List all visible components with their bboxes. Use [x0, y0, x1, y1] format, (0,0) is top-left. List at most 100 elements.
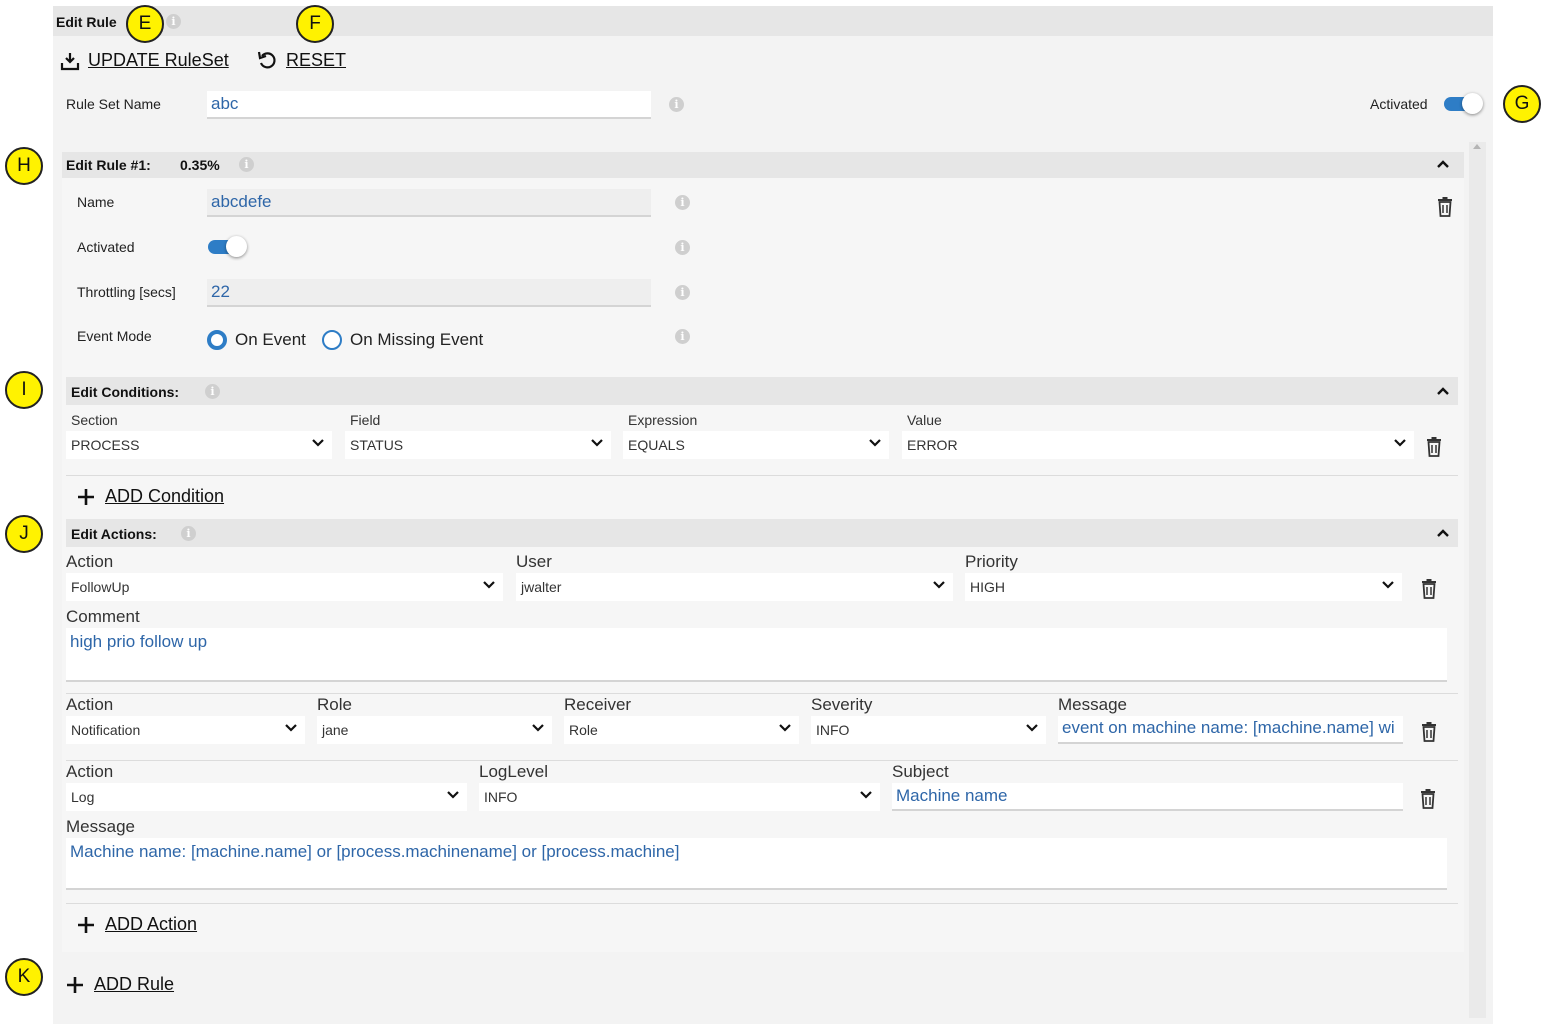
chevron-down-icon	[869, 439, 881, 447]
conditions-title: Edit Conditions:	[71, 384, 180, 400]
collapse-chevron-up-icon[interactable]	[1437, 387, 1449, 395]
panel-header: Edit Rule i	[53, 6, 1493, 36]
throttling-input[interactable]	[207, 279, 651, 307]
callout-badge-i: I	[5, 371, 43, 409]
event-mode-missing-event-radio[interactable]: On Missing Event	[322, 330, 483, 350]
chevron-down-icon	[532, 724, 544, 732]
log-subject-label: Subject	[892, 762, 949, 781]
chevron-down-icon	[860, 791, 872, 799]
select-value: Role	[569, 722, 598, 738]
log-action-label: Action	[66, 762, 114, 781]
followup-action-select[interactable]: FollowUp	[66, 573, 503, 601]
ruleset-activated-toggle[interactable]	[1444, 93, 1484, 114]
add-action-label: ADD Action	[105, 914, 198, 934]
delete-notification-action-trash-icon[interactable]	[1421, 722, 1437, 742]
log-loglevel-select[interactable]: INFO	[479, 783, 880, 811]
followup-comment-label: Comment	[66, 607, 140, 626]
callout-badge-h: H	[5, 147, 43, 185]
add-action-button[interactable]: ADD Action	[77, 914, 197, 935]
chevron-down-icon	[285, 724, 297, 732]
followup-priority-select[interactable]: HIGH	[965, 573, 1402, 601]
event-mode-on-event-radio[interactable]: On Event	[207, 330, 306, 350]
condition-value-select[interactable]: ERROR	[902, 431, 1414, 459]
condition-expression-header: Expression	[628, 412, 698, 428]
scrollbar[interactable]	[1469, 142, 1486, 1018]
rule-name-input[interactable]	[207, 189, 651, 217]
select-value: ERROR	[907, 437, 958, 453]
followup-priority-label: Priority	[965, 552, 1018, 571]
chevron-down-icon	[312, 439, 324, 447]
ruleset-name-input[interactable]	[207, 91, 651, 119]
condition-expression-select[interactable]: EQUALS	[623, 431, 889, 459]
actions-header[interactable]: Edit Actions: i	[66, 519, 1458, 547]
plus-icon	[78, 916, 94, 933]
condition-section-select[interactable]: PROCESS	[66, 431, 332, 459]
notification-severity-select[interactable]: INFO	[811, 716, 1046, 744]
collapse-chevron-up-icon[interactable]	[1437, 160, 1449, 168]
log-action-select[interactable]: Log	[66, 783, 467, 811]
condition-field-select[interactable]: STATUS	[345, 431, 611, 459]
notification-receiver-select[interactable]: Role	[564, 716, 799, 744]
add-rule-label: ADD Rule	[94, 974, 175, 994]
notification-action-select[interactable]: Notification	[66, 716, 305, 744]
callout-badge-g: G	[1503, 85, 1541, 123]
add-condition-button[interactable]: ADD Condition	[77, 486, 224, 507]
select-value: EQUALS	[628, 437, 685, 453]
scroll-up-arrow-icon[interactable]	[1473, 144, 1481, 149]
select-value: INFO	[484, 789, 518, 805]
chevron-down-icon	[1026, 724, 1038, 732]
followup-user-select[interactable]: jwalter	[516, 573, 953, 601]
conditions-header[interactable]: Edit Conditions: i	[66, 377, 1458, 405]
rule-name-label: Name	[77, 194, 115, 210]
delete-followup-action-trash-icon[interactable]	[1421, 579, 1437, 599]
actions-title: Edit Actions:	[71, 526, 157, 542]
select-value: Log	[71, 789, 95, 805]
callout-badge-j: J	[5, 515, 43, 553]
select-value: INFO	[816, 722, 850, 738]
rule-header[interactable]: Edit Rule #1: 0.35% i	[62, 152, 1464, 178]
reset-button[interactable]: RESET	[257, 50, 346, 71]
log-message-label: Message	[66, 817, 135, 836]
log-message-textarea[interactable]: Machine name: [machine.name] or [process…	[66, 838, 1447, 890]
divider	[66, 760, 1458, 761]
rule-box	[62, 152, 1464, 952]
delete-condition-trash-icon[interactable]	[1426, 437, 1442, 457]
divider	[66, 475, 1458, 476]
notification-message-label: Message	[1058, 695, 1127, 714]
select-value: Notification	[71, 722, 141, 738]
ruleset-activated-label: Activated	[1370, 96, 1428, 112]
notification-message-input[interactable]: event on machine name: [machine.name] wi	[1058, 716, 1403, 744]
rule-activated-toggle[interactable]	[208, 236, 248, 257]
collapse-chevron-up-icon[interactable]	[1437, 529, 1449, 537]
notification-severity-label: Severity	[811, 695, 873, 714]
notification-action-label: Action	[66, 695, 114, 714]
ruleset-name-label: Rule Set Name	[66, 96, 161, 112]
chevron-down-icon	[447, 791, 459, 799]
followup-comment-textarea[interactable]: high prio follow up	[66, 628, 1447, 682]
chevron-down-icon	[1382, 581, 1394, 589]
chevron-down-icon	[591, 439, 603, 447]
divider	[66, 903, 1458, 904]
chevron-down-icon	[483, 581, 495, 589]
info-icon: i	[181, 526, 196, 541]
callout-badge-k: K	[5, 958, 43, 996]
callout-badge-f: F	[296, 5, 334, 43]
delete-log-action-trash-icon[interactable]	[1420, 789, 1436, 809]
condition-section-header: Section	[71, 412, 118, 428]
chevron-down-icon	[1394, 439, 1406, 447]
notification-role-select[interactable]: jane	[317, 716, 552, 744]
toggle-knob	[1462, 93, 1483, 114]
event-mode-label: Event Mode	[77, 328, 152, 344]
select-value: jwalter	[521, 579, 562, 595]
select-value: STATUS	[350, 437, 404, 453]
add-rule-button[interactable]: ADD Rule	[66, 974, 174, 995]
update-ruleset-label: UPDATE RuleSet	[88, 50, 229, 70]
select-value: HIGH	[970, 579, 1005, 595]
delete-rule-trash-icon[interactable]	[1437, 197, 1453, 217]
update-ruleset-button[interactable]: UPDATE RuleSet	[60, 50, 229, 71]
radio-label: On Missing Event	[350, 330, 484, 349]
rule-activated-label: Activated	[77, 239, 135, 255]
log-subject-input[interactable]	[892, 783, 1403, 811]
notification-role-label: Role	[317, 695, 352, 714]
select-value: FollowUp	[71, 579, 130, 595]
